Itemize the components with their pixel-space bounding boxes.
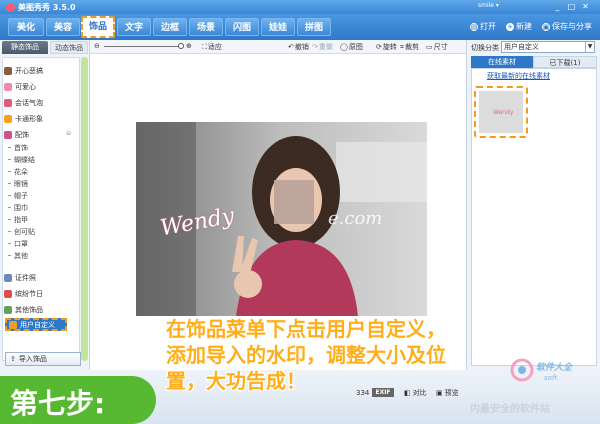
fit-icon: ⛶ bbox=[202, 42, 207, 51]
zoom-out-icon[interactable]: ⊖ bbox=[94, 42, 100, 50]
app-title: 美图秀秀 3.5.0 bbox=[18, 3, 76, 12]
tab-frame[interactable]: 边框 bbox=[153, 18, 187, 36]
category-item[interactable]: 可爱心 bbox=[4, 82, 36, 92]
edit-toolbar: ⊖ ⊕ ⛶ 适应 ↶ 撤销 ↷ 重做 ◯ 原图 ⟳ 旋转 ⌗ 裁剪 ▭ 尺寸 bbox=[90, 40, 466, 54]
accessory-tabs: 静态饰品 动态饰品 bbox=[0, 40, 90, 54]
main-menu: 美化 美容 饰品 文字 边框 场景 闪图 娃娃 拼图 ▤ 打开 + 新建 ▣ 保存与分… bbox=[0, 14, 600, 40]
tab-static-accessories[interactable]: 静态饰品 bbox=[2, 41, 48, 54]
photo-canvas[interactable]: Wendy e.com bbox=[136, 122, 427, 316]
subcategory-item[interactable]: 帽子 bbox=[8, 191, 28, 201]
speech-bubble-icon bbox=[4, 99, 12, 107]
minimize-button[interactable]: _ bbox=[552, 2, 563, 12]
crop-button[interactable]: ⌗ 裁剪 bbox=[400, 42, 419, 52]
tab-beauty[interactable]: 美容 bbox=[46, 18, 80, 36]
heart-icon bbox=[4, 83, 12, 91]
category-item[interactable]: 卡通形象 bbox=[4, 114, 43, 124]
folder-icon: ▤ bbox=[470, 22, 478, 31]
subcategory-item[interactable]: 口罩 bbox=[8, 239, 28, 249]
custom-material-thumbnail[interactable]: Wendy bbox=[474, 86, 528, 138]
new-button[interactable]: + 新建 bbox=[506, 21, 532, 32]
category-item[interactable]: 其他饰品 bbox=[4, 305, 43, 315]
user-menu[interactable]: smile ▾ bbox=[478, 2, 499, 9]
save-share-button[interactable]: ▣ 保存与分享 bbox=[542, 21, 592, 32]
original-icon: ◯ bbox=[340, 43, 348, 51]
undo-icon: ↶ bbox=[288, 43, 294, 51]
category-item[interactable]: 开心恶搞 bbox=[4, 66, 43, 76]
tab-flash[interactable]: 闪图 bbox=[225, 18, 259, 36]
cartoon-icon bbox=[4, 115, 12, 123]
tab-downloaded[interactable]: 已下载(1) bbox=[533, 56, 597, 68]
redo-button[interactable]: ↷ 重做 bbox=[312, 42, 333, 52]
subcategory-item[interactable]: 眼镜 bbox=[8, 179, 28, 189]
prank-icon bbox=[4, 67, 12, 75]
get-materials-link[interactable]: 获取最新的在线素材 bbox=[487, 71, 550, 81]
category-item[interactable]: 会话气泡 bbox=[4, 98, 43, 108]
zoom-slider[interactable] bbox=[104, 46, 182, 47]
zoom-in-icon[interactable]: ⊕ bbox=[186, 42, 192, 50]
accessory-panel: 静态饰品 动态饰品 开心恶搞 可爱心 会话气泡 卡通形象 配饰 ⊖ 首饰 蝴蝶结… bbox=[0, 40, 90, 370]
other-accessory-icon bbox=[4, 306, 12, 314]
open-button[interactable]: ▤ 打开 bbox=[470, 21, 496, 32]
subcategory-item[interactable]: 围巾 bbox=[8, 203, 28, 213]
tab-accessories[interactable]: 饰品 bbox=[81, 16, 115, 38]
new-icon: + bbox=[506, 22, 514, 31]
app-logo-icon bbox=[6, 3, 15, 12]
category-item[interactable]: 证件照 bbox=[4, 273, 36, 283]
maximize-button[interactable]: □ bbox=[566, 2, 577, 12]
id-photo-icon bbox=[4, 274, 12, 282]
tab-text[interactable]: 文字 bbox=[117, 18, 151, 36]
tab-online-materials[interactable]: 在线素材 bbox=[471, 56, 533, 68]
import-icon: ⇪ bbox=[10, 355, 16, 363]
thumbnail-text: Wendy bbox=[493, 109, 514, 116]
subcategory-item[interactable]: 花朵 bbox=[8, 167, 28, 177]
custom-folder-icon bbox=[9, 320, 17, 329]
chevron-down-icon: ▼ bbox=[585, 42, 594, 52]
original-button[interactable]: ◯ 原图 bbox=[340, 42, 363, 52]
category-label: 切换分类 bbox=[471, 44, 499, 52]
watermark-tail: e.com bbox=[328, 208, 383, 229]
zoom-slider-handle[interactable] bbox=[178, 43, 184, 49]
category-item[interactable]: 配饰 bbox=[4, 130, 29, 140]
crop-icon: ⌗ bbox=[400, 42, 404, 51]
step-badge: 第七步: bbox=[0, 376, 156, 424]
rotate-button[interactable]: ⟳ 旋转 bbox=[376, 42, 397, 52]
subcategory-item[interactable]: 首饰 bbox=[8, 143, 28, 153]
title-bar: 美图秀秀 3.5.0 smile ▾ _ □ ✕ bbox=[0, 0, 600, 14]
category-item[interactable]: 缤纷节日 bbox=[4, 289, 43, 299]
save-icon: ▣ bbox=[542, 22, 550, 31]
brand-logo-icon bbox=[510, 358, 534, 382]
close-button[interactable]: ✕ bbox=[580, 2, 591, 12]
category-scrollbar[interactable] bbox=[81, 57, 88, 361]
instruction-callout: 在饰品菜单下点击用户自定义， 添加导入的水印，调整大小及位 置，大功告成！ bbox=[166, 317, 446, 393]
undo-button[interactable]: ↶ 撤销 bbox=[288, 42, 309, 52]
tab-doll[interactable]: 娃娃 bbox=[261, 18, 295, 36]
site-watermark: 软件大全 soft bbox=[508, 354, 598, 394]
fit-button[interactable]: ⛶ 适应 bbox=[202, 42, 222, 52]
tab-animated-accessories[interactable]: 动态饰品 bbox=[50, 41, 88, 54]
site-slogan-watermark: 内最安全的软件站 bbox=[470, 404, 550, 415]
tab-beautify[interactable]: 美化 bbox=[8, 18, 44, 36]
subcategory-item[interactable]: 其他 bbox=[8, 251, 28, 261]
tab-collage[interactable]: 拼图 bbox=[297, 18, 331, 36]
subcategory-item[interactable]: 指甲 bbox=[8, 215, 28, 225]
resize-button[interactable]: ▭ 尺寸 bbox=[426, 42, 448, 52]
collapse-icon[interactable]: ⊖ bbox=[66, 130, 71, 137]
subcategory-item[interactable]: 蝴蝶结 bbox=[8, 155, 35, 165]
rotate-icon: ⟳ bbox=[376, 43, 382, 51]
import-accessory-button[interactable]: ⇪ 导入饰品 bbox=[5, 352, 81, 366]
redo-icon: ↷ bbox=[312, 43, 318, 51]
festival-icon bbox=[4, 290, 12, 298]
category-select[interactable]: 用户自定义 ▼ bbox=[501, 41, 595, 53]
subcategory-item[interactable]: 创可贴 bbox=[8, 227, 35, 237]
category-item-custom[interactable]: 用户自定义 bbox=[5, 318, 67, 331]
accessory-icon bbox=[4, 131, 12, 139]
tab-scene[interactable]: 场景 bbox=[189, 18, 223, 36]
resize-icon: ▭ bbox=[426, 43, 433, 51]
